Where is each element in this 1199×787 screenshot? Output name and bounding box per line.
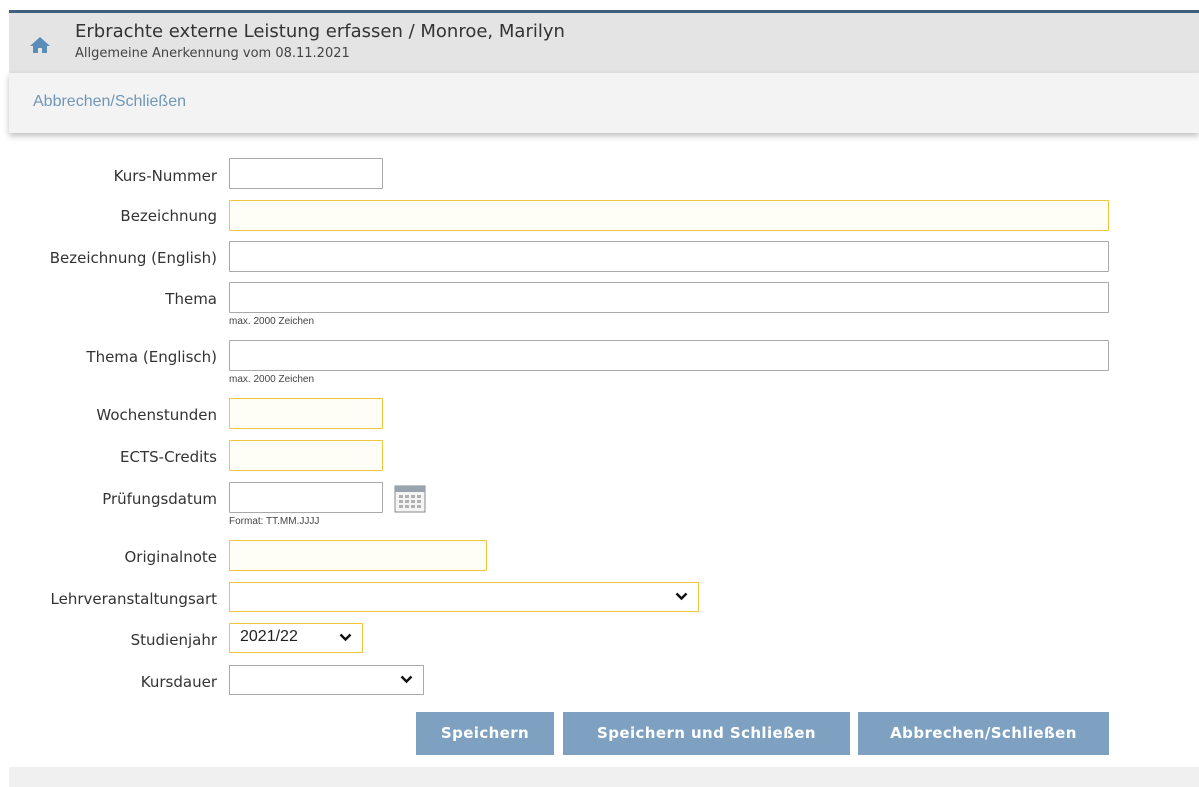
thema-englisch-hint: max. 2000 Zeichen [229,374,315,385]
originalnote-label: Originalnote [124,548,218,566]
studienjahr-select[interactable]: 2021/22 [229,623,363,653]
thema-hint: max. 2000 Zeichen [229,316,315,327]
save-and-close-button[interactable]: Speichern und Schließen [563,712,850,755]
pruefungsdatum-label: Prüfungsdatum [102,490,217,508]
lehrveranstaltungsart-label: Lehrveranstaltungsart [50,590,218,608]
chevron-down-icon [675,592,688,601]
originalnote-input[interactable] [229,540,487,571]
bezeichnung-input[interactable] [229,200,1109,231]
chevron-down-icon [400,675,413,684]
ects-credits-label: ECTS-Credits [120,448,217,466]
lehrveranstaltungsart-select[interactable] [229,582,699,612]
kursdauer-label: Kursdauer [140,673,217,691]
bezeichnung-label: Bezeichnung [120,207,217,225]
studienjahr-label: Studienjahr [130,631,217,649]
home-icon[interactable] [29,35,51,55]
pruefungsdatum-input[interactable] [229,482,383,513]
thema-label: Thema [165,290,217,308]
page-header: Erbrachte externe Leistung erfassen / Mo… [9,10,1199,73]
kursdauer-select[interactable] [229,665,424,695]
pruefungsdatum-hint: Format: TT.MM.JJJJ [229,516,320,527]
wochenstunden-input[interactable] [229,398,383,429]
footer-bar [9,767,1199,787]
calendar-icon[interactable] [394,485,426,513]
studienjahr-value: 2021/22 [240,628,298,645]
kurs-nummer-label: Kurs-Nummer [113,167,217,185]
ects-credits-input[interactable] [229,440,383,471]
page-title: Erbrachte externe Leistung erfassen / Mo… [75,21,565,42]
cancel-close-link[interactable]: Abbrechen/Schließen [33,93,186,111]
kurs-nummer-input[interactable] [229,158,383,189]
bezeichnung-english-input[interactable] [229,241,1109,272]
thema-input[interactable] [229,282,1109,313]
thema-englisch-input[interactable] [229,340,1109,371]
save-button[interactable]: Speichern [416,712,554,755]
action-bar: Abbrechen/Schließen [9,73,1199,133]
chevron-down-icon [339,633,352,642]
cancel-close-button[interactable]: Abbrechen/Schließen [858,712,1109,755]
bezeichnung-english-label: Bezeichnung (English) [49,249,217,267]
thema-englisch-label: Thema (Englisch) [86,348,217,366]
page-subtitle: Allgemeine Anerkennung vom 08.11.2021 [75,46,350,61]
wochenstunden-label: Wochenstunden [96,406,217,424]
